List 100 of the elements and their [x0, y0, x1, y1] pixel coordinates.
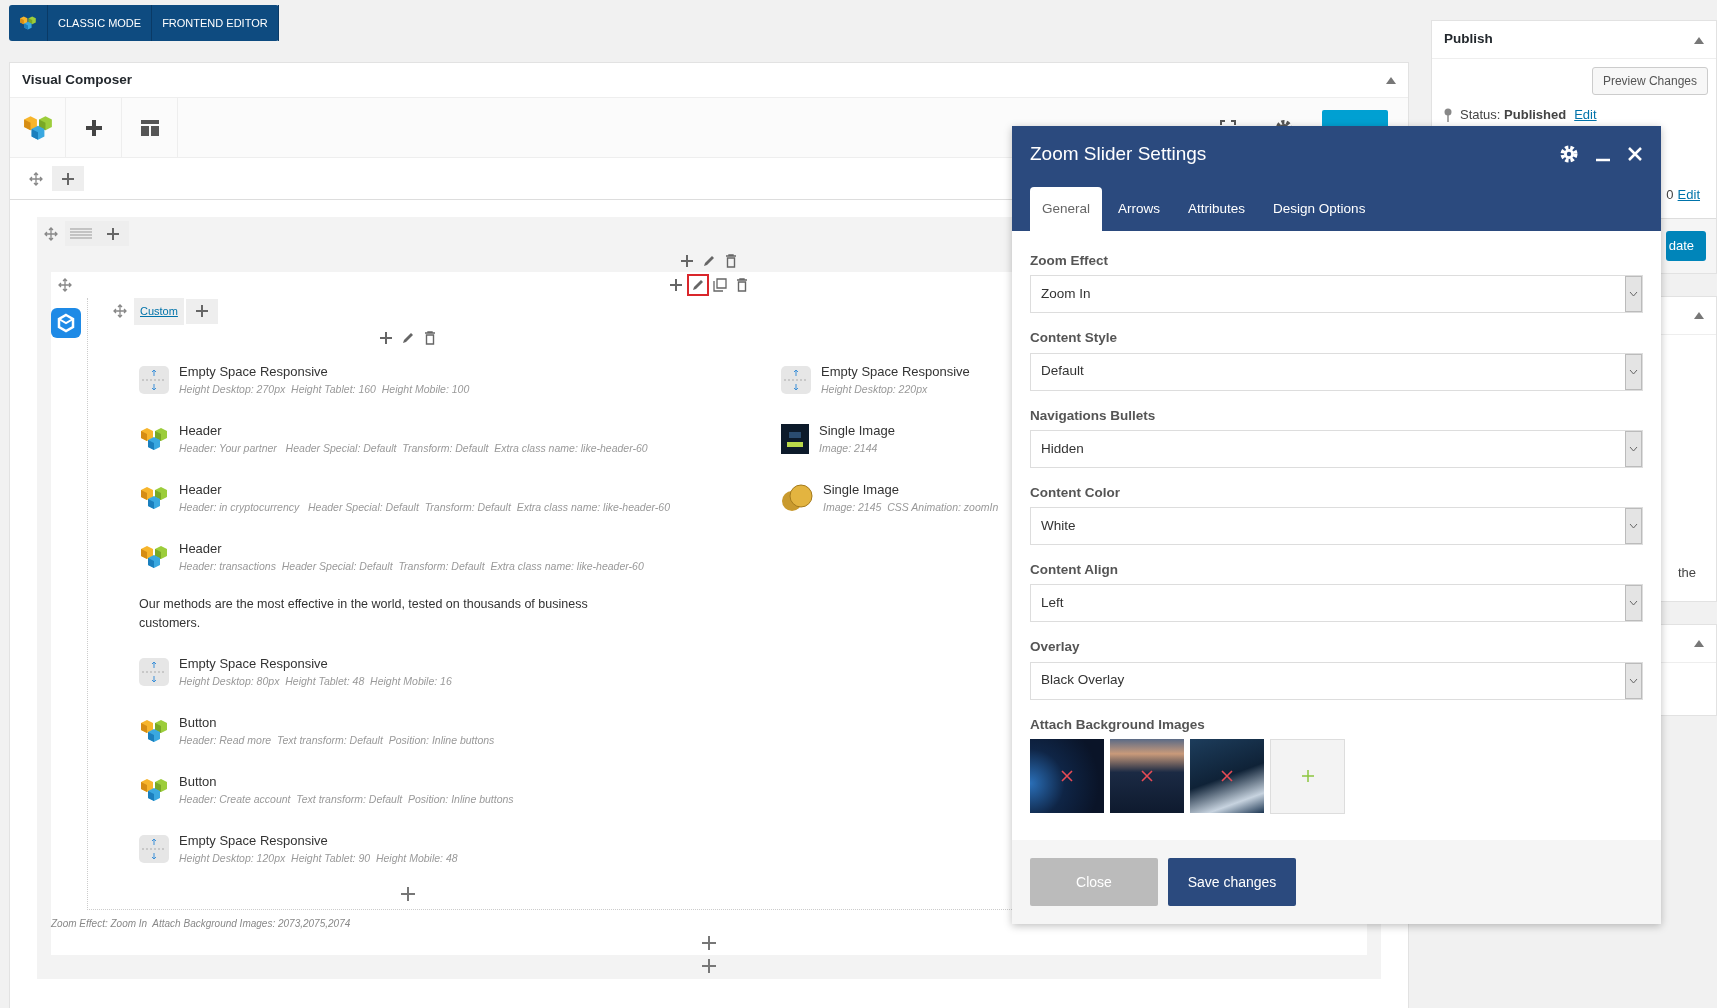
field-label: Navigations Bullets — [1030, 406, 1157, 425]
field-label: Zoom Effect — [1030, 252, 1109, 270]
element-title: Empty Space Responsive — [179, 363, 329, 382]
chevron-down-icon — [1629, 291, 1638, 298]
coins-thumbnail — [781, 483, 813, 513]
plus-icon[interactable] — [379, 330, 393, 345]
close-icon[interactable] — [1627, 146, 1643, 163]
element-title: Header — [179, 481, 223, 500]
element-details: Height Desktop: 220px — [821, 381, 929, 397]
pencil-icon[interactable] — [401, 330, 415, 345]
add-button[interactable] — [185, 298, 218, 324]
select-field[interactable]: Zoom In — [1030, 275, 1643, 314]
select-field[interactable]: Default — [1030, 352, 1643, 391]
status-text: Status: Published — [1460, 106, 1567, 124]
element-details: Header: in cryptocurrency Header Special: Default Transform: Default Extra class name: like-header-60 — [179, 499, 670, 515]
update-button[interactable]: date — [1665, 231, 1706, 261]
sidebar-text: the — [1677, 563, 1696, 582]
save-button[interactable]: Save changes — [1168, 858, 1296, 906]
preview-button[interactable]: Preview Changes — [1591, 67, 1708, 95]
element-details: Image: 2144 — [819, 440, 879, 456]
plus-icon[interactable] — [84, 118, 103, 137]
remove-icon[interactable] — [1061, 769, 1073, 782]
trash-icon[interactable] — [424, 330, 436, 345]
element-details: Header: transactions Header Special: Default Transform: Default Extra class name: like-header-60 — [179, 558, 644, 574]
element-details: Height Desktop: 80px Height Tablet: 48 Height Mobile: 16 — [179, 673, 452, 689]
field-label: Content Style — [1030, 329, 1118, 348]
box-title: Publish — [1444, 30, 1493, 49]
settings-summary: Zoom Effect: Zoom In Attach Background Images: 2073,2075,2074 — [51, 916, 352, 931]
layout-icon[interactable] — [140, 119, 159, 136]
element-details: Header: Your partner Header Special: Default Transform: Default Extra class name: like-header-60 — [179, 440, 648, 456]
move-icon[interactable] — [58, 278, 72, 292]
element-title: Empty Space Responsive — [179, 655, 329, 674]
collapse-icon[interactable] — [1694, 639, 1704, 647]
collapse-icon[interactable] — [1694, 311, 1704, 319]
field-label: Overlay — [1030, 638, 1081, 657]
chevron-down-icon — [1629, 368, 1638, 375]
move-icon[interactable] — [113, 304, 127, 319]
move-icon[interactable] — [44, 226, 58, 241]
settings-icon[interactable] — [1559, 144, 1579, 165]
element-details: Height Desktop: 270px Height Tablet: 160 Height Mobile: 100 — [179, 381, 470, 397]
element-details: Height Desktop: 120px Height Tablet: 90 Height Mobile: 48 — [179, 850, 458, 866]
copy-icon[interactable] — [713, 278, 727, 292]
field-label: Content Align — [1030, 561, 1119, 579]
spacer-icon — [139, 366, 169, 394]
element-title: Empty Space Responsive — [179, 832, 329, 851]
chevron-down-icon — [1629, 600, 1638, 607]
plus-icon[interactable] — [680, 254, 694, 268]
trash-icon[interactable] — [736, 278, 748, 292]
edit-link[interactable]: Edit — [1677, 184, 1700, 204]
plus-icon[interactable] — [701, 957, 717, 974]
dialog-title: Zoom Slider Settings — [1030, 142, 1207, 166]
element-title: Button — [179, 773, 218, 792]
plus-icon — [1301, 770, 1314, 783]
field-label: Attach Background Images — [1030, 715, 1206, 734]
mode-button[interactable]: CLASSIC MODE — [48, 5, 153, 41]
tab[interactable]: Attributes — [1176, 186, 1258, 231]
pencil-icon[interactable] — [702, 254, 716, 268]
paragraph: Our methods are the most effective in the world, tested on thousands of business customers. — [138, 595, 589, 632]
element-title: Header — [179, 422, 223, 441]
spacer-icon — [781, 366, 811, 394]
element-details: Header: Read more Text transform: Default Position: Inline buttons — [179, 732, 495, 748]
image-thumbnail — [781, 424, 809, 454]
plus-icon[interactable] — [701, 934, 717, 951]
pencil-icon[interactable] — [691, 278, 705, 292]
select-field[interactable]: White — [1030, 507, 1643, 545]
remove-icon[interactable] — [1221, 769, 1233, 782]
mode-button[interactable]: FRONTEND EDITOR — [152, 5, 279, 41]
collapse-icon[interactable] — [1694, 35, 1704, 44]
move-icon[interactable] — [29, 171, 43, 186]
plus-icon — [61, 171, 75, 186]
panel-title: Visual Composer — [22, 70, 133, 89]
element-title: Single Image — [823, 481, 900, 500]
remove-icon[interactable] — [1141, 769, 1153, 782]
select-field[interactable]: Black Overlay — [1030, 661, 1643, 700]
plus-icon — [106, 226, 120, 241]
trash-icon[interactable] — [725, 254, 737, 268]
element-details: Header: Create account Text transform: Default Position: Inline buttons — [179, 791, 514, 807]
tab[interactable]: General — [1030, 186, 1103, 231]
add-button[interactable] — [97, 221, 129, 246]
column-tab[interactable]: Custom — [134, 298, 184, 325]
select-field[interactable]: Hidden — [1030, 429, 1643, 468]
tab[interactable]: Design Options — [1261, 186, 1378, 231]
element-title: Button — [179, 714, 218, 733]
plus-icon[interactable] — [400, 885, 416, 902]
spacer-icon — [139, 658, 169, 686]
field-label: Content Color — [1030, 483, 1121, 502]
select-field[interactable]: Left — [1030, 584, 1643, 623]
add-button[interactable] — [52, 166, 84, 191]
edit-link[interactable]: Edit — [1574, 105, 1597, 125]
plus-icon[interactable] — [669, 278, 683, 292]
tab[interactable]: Arrows — [1106, 186, 1173, 231]
vc-logo-icon — [19, 14, 37, 32]
plus-icon — [194, 304, 209, 319]
chevron-down-icon — [1629, 523, 1638, 529]
pin-icon — [1444, 107, 1452, 122]
element-title: Single Image — [819, 422, 895, 441]
element-title: Header — [179, 540, 223, 559]
date-text: 0 — [1666, 185, 1674, 204]
collapse-icon[interactable] — [1386, 76, 1396, 84]
chevron-down-icon — [1629, 445, 1638, 452]
